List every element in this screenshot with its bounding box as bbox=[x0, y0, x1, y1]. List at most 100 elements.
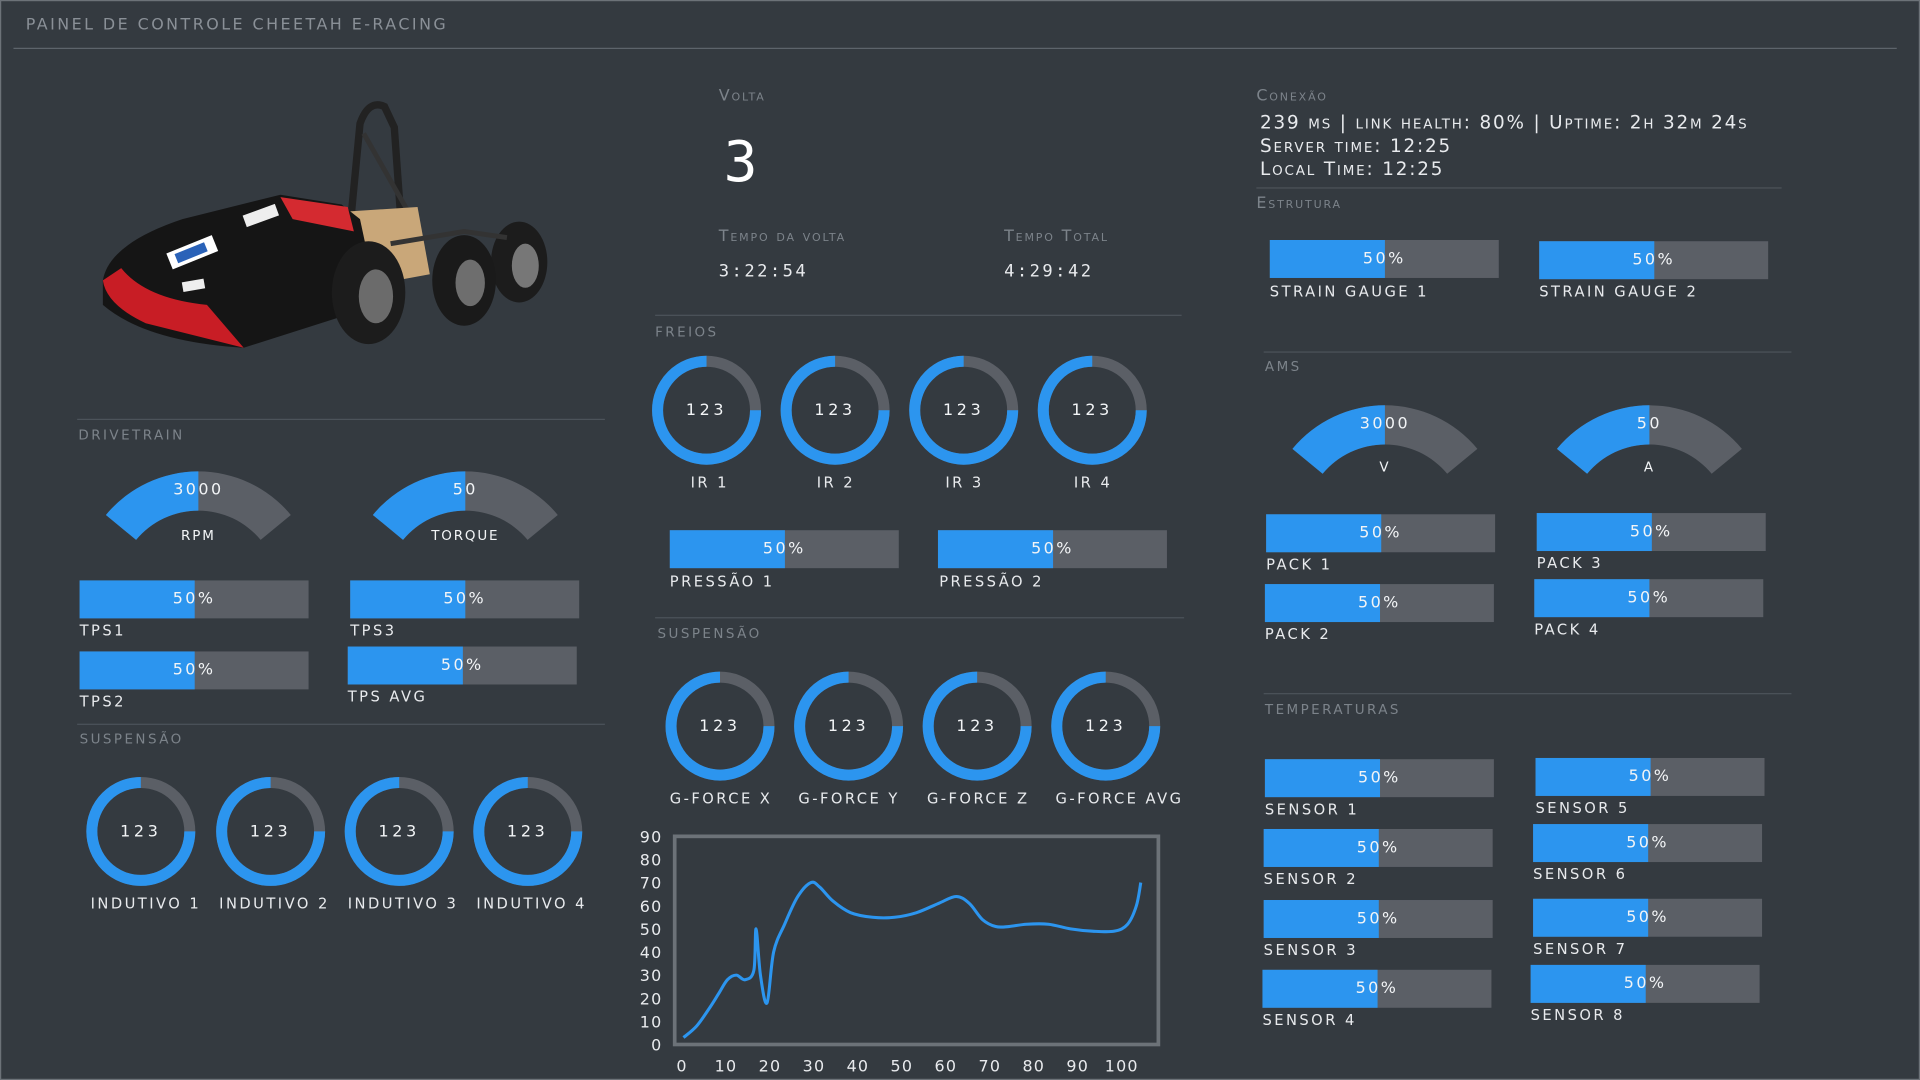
pack-4-label: PACK 4 bbox=[1534, 620, 1601, 638]
voltage-value: 3000 bbox=[1359, 415, 1411, 434]
y-tick-label: 90 bbox=[640, 827, 663, 846]
x-tick-label: 50 bbox=[891, 1056, 914, 1075]
y-tick-label: 40 bbox=[640, 943, 663, 962]
tempo-volta-label: Tempo da volta bbox=[718, 227, 847, 247]
g-force-z-ring: 123 bbox=[921, 670, 1034, 783]
tps1-bar: 50% bbox=[79, 580, 309, 619]
indutivo-1-ring: 123 bbox=[84, 775, 197, 888]
connection-stats: 239 ms | link health: 80% | Uptime: 2h 3… bbox=[1260, 111, 1749, 134]
temperaturas-divider bbox=[1263, 693, 1792, 695]
x-tick-label: 10 bbox=[715, 1056, 738, 1075]
pack-4-bar: 50% bbox=[1534, 579, 1764, 618]
sensor-1-bar: 50% bbox=[1264, 759, 1494, 798]
indutivo-2-ring: 123 bbox=[214, 775, 327, 888]
sensor-7-bar: 50% bbox=[1533, 898, 1763, 937]
race-car-image bbox=[97, 97, 562, 360]
line-chart-svg: 0 10 20 30 40 50 60 70 80 90 0 10 20 30 40 50 60 70 80 90 10… bbox=[640, 827, 1161, 1075]
line-chart: 0 10 20 30 40 50 60 70 80 90 0 10 20 30 40 50 60 70 80 90 10… bbox=[613, 822, 1189, 1079]
freios-divider bbox=[655, 314, 1182, 316]
page-title: PAINEL DE CONTROLE CHEETAH E-RACING bbox=[25, 15, 449, 35]
sensor-5-label: SENSOR 5 bbox=[1535, 799, 1630, 817]
strain-gauge-1-label: STRAIN GAUGE 1 bbox=[1269, 282, 1429, 301]
pack-1-bar: 50% bbox=[1266, 514, 1496, 553]
x-tick-label: 40 bbox=[847, 1056, 870, 1075]
tps2-label: TPS2 bbox=[79, 693, 126, 711]
volta-value: 3 bbox=[723, 128, 758, 195]
pressao-1-label: PRESSÃO 1 bbox=[669, 573, 775, 591]
tempo-volta-value: 3:22:54 bbox=[718, 262, 809, 282]
g-force-x-label: G-FORCE X bbox=[669, 789, 773, 807]
sensor-3-bar: 50% bbox=[1263, 900, 1493, 938]
pack-1-label: PACK 1 bbox=[1266, 555, 1333, 574]
y-tick-label: 0 bbox=[651, 1036, 662, 1055]
sensor-6-bar: 50% bbox=[1533, 824, 1763, 863]
sensor-3-label: SENSOR 3 bbox=[1263, 941, 1359, 959]
ir-4-label: IR 4 bbox=[1073, 473, 1113, 492]
x-tick-label: 80 bbox=[1022, 1056, 1045, 1075]
current-gauge: 50 A bbox=[1531, 403, 1769, 501]
ir-2-ring: 123 bbox=[779, 354, 892, 467]
tps2-bar: 50% bbox=[79, 651, 309, 690]
ir-1-ring: 123 bbox=[650, 354, 763, 467]
tps1-label: TPS1 bbox=[79, 622, 126, 640]
strain-gauge-2-label: STRAIN GAUGE 2 bbox=[1539, 282, 1699, 301]
suspensao-left-divider bbox=[77, 723, 605, 725]
current-value: 50 bbox=[1636, 415, 1662, 434]
pressao-2-label: PRESSÃO 2 bbox=[939, 573, 1044, 591]
ams-divider bbox=[1263, 351, 1792, 353]
estrutura-divider bbox=[1256, 187, 1782, 189]
pressao-1-bar: 50% bbox=[669, 530, 899, 569]
rpm-gauge: 3000 RPM bbox=[80, 469, 318, 567]
dashboard: PAINEL DE CONTROLE CHEETAH E-RACING DRIV… bbox=[0, 0, 1920, 1080]
freios-title: FREIOS bbox=[655, 324, 719, 341]
y-tick-label: 50 bbox=[640, 920, 663, 939]
conexao-title: Conexão bbox=[1256, 86, 1328, 106]
tempo-total-value: 4:29:42 bbox=[1004, 262, 1094, 282]
g-force-x-ring: 123 bbox=[664, 670, 777, 783]
sensor-6-label: SENSOR 6 bbox=[1533, 865, 1628, 883]
series-line bbox=[682, 880, 1143, 1039]
tps3-label: TPS3 bbox=[350, 622, 397, 640]
ir-3-ring: 123 bbox=[907, 354, 1020, 467]
ams-title: AMS bbox=[1264, 358, 1302, 375]
tempo-total-label: Tempo Total bbox=[1004, 227, 1109, 247]
pressao-2-bar: 50% bbox=[937, 530, 1167, 569]
tps-avg-bar: 50% bbox=[347, 646, 577, 685]
y-tick-label: 20 bbox=[640, 989, 663, 1008]
x-tick-label: 90 bbox=[1066, 1056, 1089, 1075]
g-force-avg-label: G-FORCE AVG bbox=[1055, 789, 1184, 807]
x-tick-label: 60 bbox=[935, 1056, 958, 1075]
x-tick-label: 100 bbox=[1105, 1056, 1139, 1075]
volta-title: Volta bbox=[718, 86, 766, 106]
pack-3-label: PACK 3 bbox=[1536, 554, 1604, 572]
y-tick-label: 80 bbox=[640, 851, 663, 870]
sensor-7-label: SENSOR 7 bbox=[1533, 940, 1628, 958]
g-force-y-ring: 123 bbox=[792, 670, 905, 783]
g-force-y-label: G-FORCE Y bbox=[798, 789, 900, 807]
strain-gauge-1-bar: 50% bbox=[1269, 240, 1499, 278]
indutivo-3-ring: 123 bbox=[343, 775, 456, 888]
y-tick-label: 30 bbox=[640, 966, 663, 985]
rpm-value: 3000 bbox=[173, 481, 224, 500]
current-unit: A bbox=[1643, 459, 1655, 476]
x-tick-label: 0 bbox=[676, 1056, 687, 1075]
strain-gauge-2-bar: 50% bbox=[1539, 241, 1769, 280]
pack-2-label: PACK 2 bbox=[1264, 625, 1332, 643]
sensor-4-bar: 50% bbox=[1262, 969, 1492, 1008]
voltage-gauge: 3000 V bbox=[1266, 403, 1504, 501]
x-tick-label: 70 bbox=[978, 1056, 1001, 1075]
indutivo-3-label: INDUTIVO 3 bbox=[347, 895, 459, 913]
sensor-5-bar: 50% bbox=[1535, 757, 1765, 796]
torque-value: 50 bbox=[452, 481, 478, 500]
ir-3-label: IR 3 bbox=[945, 473, 984, 492]
indutivo-4-ring: 123 bbox=[471, 775, 584, 888]
ir-2-label: IR 2 bbox=[816, 473, 856, 492]
tps-avg-label: TPS AVG bbox=[347, 688, 428, 706]
ir-1-label: IR 1 bbox=[690, 473, 729, 492]
indutivo-2-label: INDUTIVO 2 bbox=[219, 895, 330, 913]
sensor-2-label: SENSOR 2 bbox=[1263, 870, 1359, 888]
suspensao-left-title: SUSPENSÃO bbox=[79, 731, 184, 747]
torque-gauge: 50 TORQUE bbox=[347, 469, 585, 567]
y-tick-label: 60 bbox=[640, 897, 663, 916]
local-time: Local Time: 12:25 bbox=[1260, 157, 1445, 181]
